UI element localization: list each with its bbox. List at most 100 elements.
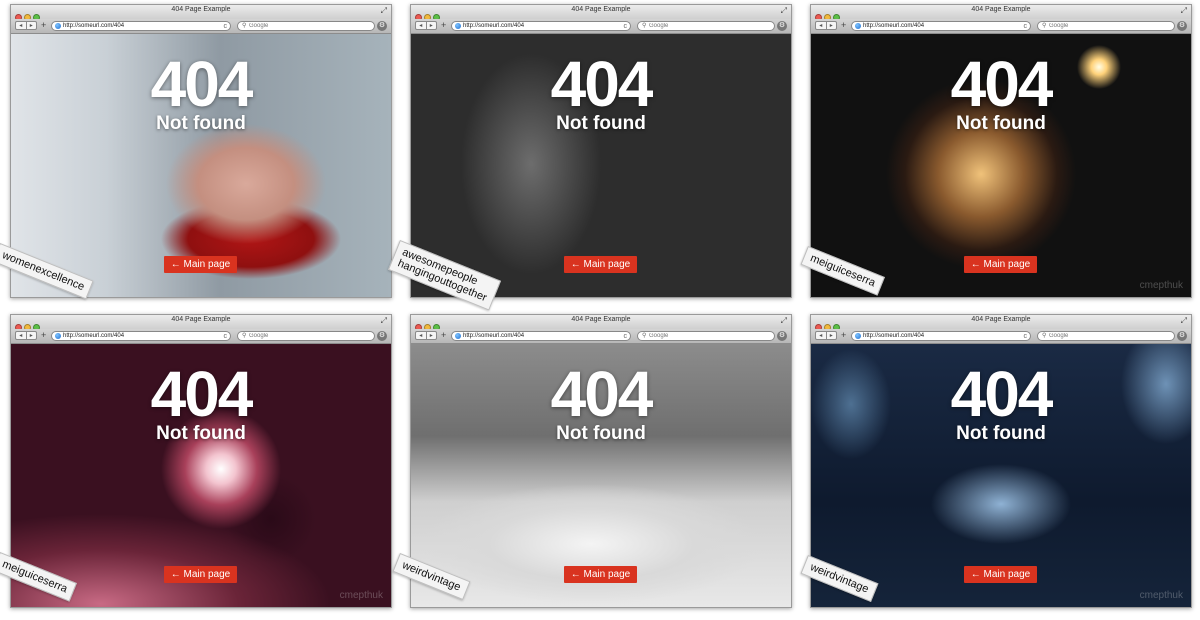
search-icon: ⚲ [642,333,647,339]
error-message: Not found [956,113,1046,134]
browser-window: 404 Page Example ⤢ ◂ ▸ + http://someurl.com/4… [10,4,392,298]
main-page-button[interactable]: ← Main page [164,566,237,583]
globe-icon [55,333,61,339]
address-text[interactable]: http://someurl.com/404 [463,332,524,341]
back-icon[interactable]: ◂ [416,22,427,29]
nav-buttons: ◂ ▸ [815,21,837,30]
search-box[interactable]: ⚲ [1037,21,1175,31]
settings-icon[interactable]: ⚙ [377,21,387,31]
main-page-button[interactable]: ← Main page [564,256,637,273]
address-bar[interactable]: http://someurl.com/404 c [851,21,1031,31]
search-box[interactable]: ⚲ [237,331,375,341]
browser-window: 404 Page Example ⤢ ◂ ▸ + http://someurl.com/4… [810,314,1192,608]
toolbar: ◂▸ + http://someurl.com/404 c ⚲ ⚙ [411,19,791,34]
search-input[interactable] [249,332,369,340]
fullscreen-icon[interactable]: ⤢ [781,6,787,16]
forward-icon[interactable]: ▸ [827,332,837,339]
toolbar: ◂▸ + http://someurl.com/404 c ⚲ ⚙ [411,329,791,344]
error-message: Not found [156,113,246,134]
add-tab-icon[interactable]: + [441,330,446,341]
fullscreen-icon[interactable]: ⤢ [381,6,387,16]
search-input[interactable] [649,332,769,340]
page-content: 404 Not found ← Main page [411,344,791,607]
nav-buttons: ◂ ▸ [815,331,837,340]
main-page-button[interactable]: ← Main page [964,256,1037,273]
search-box[interactable]: ⚲ [637,21,775,31]
back-icon[interactable]: ◂ [816,332,827,339]
address-text[interactable]: http://someurl.com/404 [63,22,124,31]
page-content: 404 Not found ← Main page [411,34,791,297]
add-tab-icon[interactable]: + [841,330,846,341]
back-icon[interactable]: ◂ [816,22,827,29]
add-tab-icon[interactable]: + [41,20,46,31]
address-bar[interactable]: http://someurl.com/404 c [451,21,631,31]
add-tab-icon[interactable]: + [841,20,846,31]
fullscreen-icon[interactable]: ⤢ [381,316,387,326]
window-title: 404 Page Example [171,316,231,323]
window-title: 404 Page Example [571,6,631,13]
address-bar[interactable]: http://someurl.com/404 c [851,331,1031,341]
forward-icon[interactable]: ▸ [427,22,437,29]
back-icon[interactable]: ◂ [16,22,27,29]
forward-icon[interactable]: ▸ [827,22,837,29]
add-tab-icon[interactable]: + [441,20,446,31]
globe-icon [55,23,61,29]
screenshot-grid: 404 Page Example ⤢ ◂ ▸ + http://someurl.com/4… [0,0,1200,620]
search-input[interactable] [649,22,769,30]
settings-icon[interactable]: ⚙ [777,21,787,31]
forward-icon[interactable]: ▸ [27,22,37,29]
add-tab-icon[interactable]: + [41,330,46,341]
search-input[interactable] [1049,22,1169,30]
search-box[interactable]: ⚲ [637,331,775,341]
title-bar: 404 Page Example ⤢ [411,315,791,331]
forward-icon[interactable]: ▸ [27,332,37,339]
watermark: cmepthuk [1139,280,1183,291]
search-input[interactable] [249,22,369,30]
settings-icon[interactable]: ⚙ [1177,21,1187,31]
settings-icon[interactable]: ⚙ [777,331,787,341]
address-bar[interactable]: http://someurl.com/404 c [51,21,231,31]
address-text[interactable]: http://someurl.com/404 [863,332,924,341]
address-text[interactable]: http://someurl.com/404 [63,332,124,341]
nav-buttons: ◂ ▸ [415,331,437,340]
main-page-button[interactable]: ← Main page [164,256,237,273]
window-title: 404 Page Example [971,6,1031,13]
settings-icon[interactable]: ⚙ [377,331,387,341]
main-page-button[interactable]: ← Main page [964,566,1037,583]
forward-icon[interactable]: ▸ [427,332,437,339]
nav-buttons: ◂ ▸ [15,331,37,340]
search-icon: ⚲ [242,333,247,339]
address-text[interactable]: http://someurl.com/404 [863,22,924,31]
globe-icon [855,333,861,339]
fullscreen-icon[interactable]: ⤢ [1181,6,1187,16]
reload-icon[interactable]: c [224,332,228,341]
settings-icon[interactable]: ⚙ [1177,331,1187,341]
browser-window: 404 Page Example ⤢ ◂ ▸ + http://someurl.com/4… [810,4,1192,298]
watermark: cmepthuk [1139,590,1183,601]
error-code: 404 [150,358,254,430]
search-input[interactable] [1049,332,1169,340]
reload-icon[interactable]: c [624,22,628,31]
address-text[interactable]: http://someurl.com/404 [463,22,524,31]
reload-icon[interactable]: c [1024,22,1028,31]
error-message: Not found [156,423,246,444]
title-bar: 404 Page Example ⤢ [811,5,1191,21]
page-content: 404 Not found ← Main page cmepthuk [811,34,1191,297]
back-icon[interactable]: ◂ [416,332,427,339]
search-box[interactable]: ⚲ [1037,331,1175,341]
reload-icon[interactable]: c [224,22,228,31]
browser-window: 404 Page Example ⤢ ◂ ▸ + http://someurl.com/4… [410,4,792,298]
reload-icon[interactable]: c [1024,332,1028,341]
main-page-button[interactable]: ← Main page [564,566,637,583]
address-bar[interactable]: http://someurl.com/404 c [451,331,631,341]
back-icon[interactable]: ◂ [16,332,27,339]
reload-icon[interactable]: c [624,332,628,341]
address-bar[interactable]: http://someurl.com/404 c [51,331,231,341]
nav-buttons: ◂ ▸ [15,21,37,30]
fullscreen-icon[interactable]: ⤢ [781,316,787,326]
search-icon: ⚲ [642,23,647,29]
search-box[interactable]: ⚲ [237,21,375,31]
watermark: cmepthuk [339,590,383,601]
title-bar: 404 Page Example ⤢ [411,5,791,21]
fullscreen-icon[interactable]: ⤢ [1181,316,1187,326]
